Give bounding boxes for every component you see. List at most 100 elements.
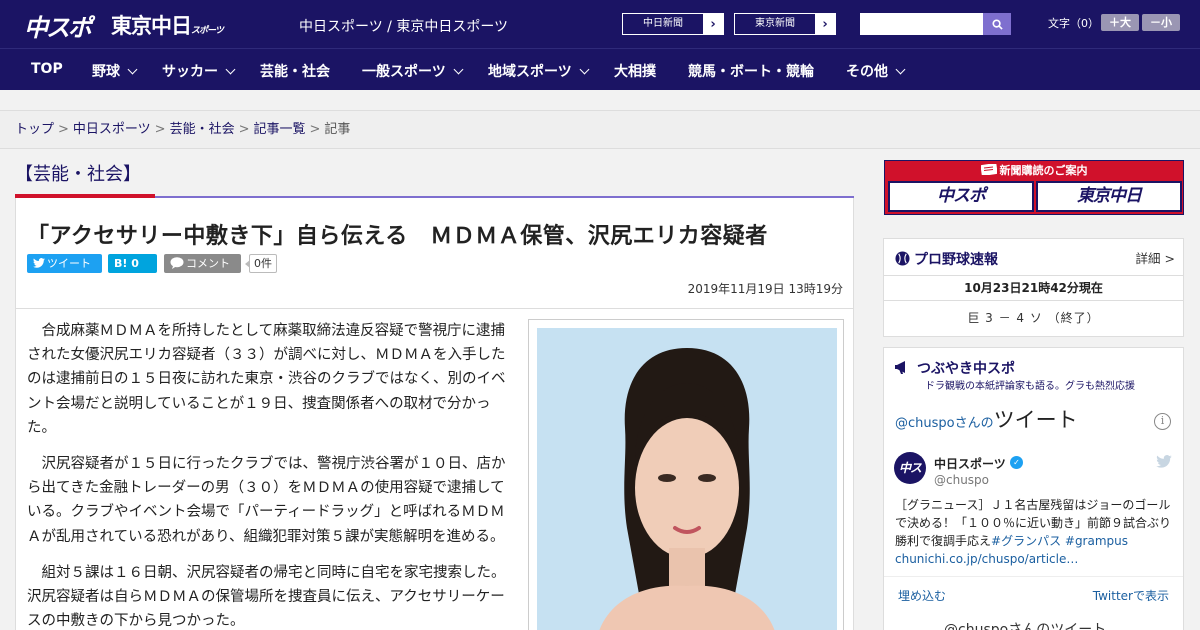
- comment-count: 0件: [245, 254, 277, 273]
- twitter-widget-title: つぶやき中スポ: [895, 358, 1015, 378]
- comment-label: コメント: [186, 257, 230, 270]
- megaphone-icon: [895, 361, 905, 374]
- chevron-right-icon: ›: [710, 16, 716, 32]
- hatena-bookmark-button[interactable]: B! 0: [108, 254, 157, 273]
- font-larger-button[interactable]: ＋大: [1101, 14, 1139, 31]
- tweet-text: ［グラニュース］Ｊ１名古屋残留はジョーのゴールで決める！「１００％に近い動き」前…: [895, 496, 1180, 568]
- nav-label: TOP: [31, 61, 63, 77]
- subscription-title: 新聞購読のご案内: [885, 161, 1183, 180]
- baseball-icon: [895, 251, 910, 266]
- speech-bubble-icon: [170, 257, 184, 269]
- nav-label: 地域スポーツ: [488, 64, 572, 80]
- tokyo-logo-text: 東京中日: [111, 14, 192, 38]
- verified-badge-icon: ✓: [1010, 456, 1023, 469]
- top-header: 中スポ 東京中日スポーツ 中日スポーツ / 東京中日スポーツ 中日新聞 › 東京…: [0, 0, 1200, 48]
- tokyo-logo-suffix: スポーツ: [191, 26, 224, 36]
- info-icon[interactable]: i: [1154, 413, 1171, 430]
- tokyo-shimbun-link[interactable]: 東京新聞 ›: [734, 13, 836, 35]
- nav-label: 一般スポーツ: [362, 64, 446, 80]
- nav-item-entertainment[interactable]: 芸能・社会: [260, 61, 330, 81]
- timeline-header-suffix: さんの: [954, 416, 994, 431]
- timeline-header: @chuspoさんのツイート: [895, 404, 1078, 434]
- baseball-scoreboard: プロ野球速報 詳細 > 10月23日21時42分現在 巨 3 － 4 ソ （終了…: [883, 238, 1184, 337]
- timeline-next-header: @chuspoさんのツイート: [944, 622, 1107, 630]
- twitter-widget-title-text: つぶやき中スポ: [917, 361, 1015, 377]
- twitter-widget-subtitle: ドラ観戦の本紙評論家も語る。グラも熱烈応援: [925, 381, 1135, 392]
- subscribe-tokyo-chunichi[interactable]: 東京中日: [1036, 181, 1182, 212]
- nav-item-other[interactable]: その他: [846, 61, 906, 81]
- chunichi-shimbun-link[interactable]: 中日新聞 ›: [622, 13, 724, 35]
- nav-item-general-sports[interactable]: 一般スポーツ: [362, 61, 464, 81]
- chevron-down-icon: [453, 64, 464, 75]
- baseball-detail-link[interactable]: 詳細 >: [1136, 248, 1175, 267]
- timeline-header-title: ツイート: [993, 408, 1078, 432]
- avatar[interactable]: 中スポ: [894, 452, 926, 507]
- font-smaller-button[interactable]: －小: [1142, 14, 1180, 31]
- nav-item-soccer[interactable]: サッカー: [162, 61, 236, 81]
- baseball-updated-time: 10月23日21時42分現在: [884, 275, 1183, 301]
- article-header: 「アクセサリー中敷き下」自ら伝える ＭＤＭＡ保管、沢尻エリカ容疑者 ツイート B…: [15, 198, 854, 309]
- font-size-label: 文字（0）: [1048, 17, 1099, 30]
- baseball-title: プロ野球速報: [895, 249, 998, 269]
- breadcrumb-article-list[interactable]: 記事一覧: [254, 122, 306, 137]
- chevron-right-icon: ›: [822, 16, 828, 32]
- article-photo-frame: [528, 319, 844, 630]
- tweet-button[interactable]: ツイート: [27, 254, 102, 273]
- breadcrumb-current: 記事: [324, 122, 351, 137]
- article-photo[interactable]: [537, 328, 837, 630]
- search-input[interactable]: [860, 13, 983, 35]
- article-paragraph: 合成麻薬ＭＤＭＡを所持したとして麻薬取締法違反容疑で警視庁に逮捕された女優沢尻エ…: [27, 323, 506, 436]
- tweet-link[interactable]: chunichi.co.jp/chuspo/article…: [895, 552, 1078, 566]
- site-title[interactable]: 中日スポーツ / 東京中日スポーツ: [299, 16, 508, 36]
- breadcrumb-separator: >: [154, 122, 166, 137]
- tweet-label: ツイート: [47, 257, 91, 270]
- breadcrumb-separator: >: [58, 122, 69, 137]
- nav-label: 芸能・社会: [260, 64, 330, 80]
- comment-button[interactable]: コメント: [164, 254, 241, 273]
- chevron-down-icon: [895, 64, 906, 75]
- article-body: 合成麻薬ＭＤＭＡを所持したとして麻薬取締法違反容疑で警視庁に逮捕された女優沢尻エ…: [15, 309, 854, 630]
- subscription-banner[interactable]: 新聞購読のご案内 中スポ 東京中日: [884, 160, 1184, 215]
- ext-link-label: 中日新聞: [623, 14, 703, 34]
- portrait-image: [537, 328, 837, 630]
- tweet-author-name[interactable]: 中日スポーツ: [934, 455, 1006, 472]
- view-on-twitter-link[interactable]: Twitterで表示: [1093, 587, 1169, 604]
- nav-label: サッカー: [162, 64, 218, 80]
- nav-item-local-sports[interactable]: 地域スポーツ: [488, 61, 590, 81]
- twitter-bird-icon[interactable]: [1156, 453, 1172, 472]
- chevron-down-icon: [225, 64, 236, 75]
- breadcrumb-chuspo[interactable]: 中日スポーツ: [73, 122, 151, 137]
- breadcrumb: トップ > 中日スポーツ > 芸能・社会 > 記事一覧 > 記事: [0, 110, 1200, 149]
- nav-item-racing[interactable]: 競馬・ボート・競輪: [688, 61, 814, 81]
- article-paragraph: 組対５課は１６日朝、沢尻容疑者の帰宅と同時に自宅を家宅捜索した。沢尻容疑者は自ら…: [27, 564, 506, 630]
- nav-label: その他: [846, 64, 888, 80]
- nav-item-sumo[interactable]: 大相撲: [614, 61, 656, 81]
- embed-link[interactable]: 埋め込む: [898, 587, 946, 604]
- breadcrumb-top[interactable]: トップ: [15, 122, 54, 137]
- breadcrumb-entertainment[interactable]: 芸能・社会: [170, 122, 235, 137]
- chevron-down-icon: [579, 64, 590, 75]
- twitter-widget: つぶやき中スポ ドラ観戦の本紙評論家も語る。グラも熱烈応援 @chuspoさんの…: [883, 347, 1184, 630]
- twitter-bird-icon: [33, 258, 45, 268]
- search-button[interactable]: [983, 13, 1011, 35]
- timeline-handle[interactable]: @chuspo: [895, 416, 955, 431]
- breadcrumb-separator: >: [238, 122, 250, 137]
- nav-label: 競馬・ボート・競輪: [688, 64, 814, 80]
- article-headline: 「アクセサリー中敷き下」自ら伝える ＭＤＭＡ保管、沢尻エリカ容疑者: [27, 224, 768, 249]
- nav-label: 野球: [92, 64, 120, 80]
- main-nav: TOP 野球 サッカー 芸能・社会 一般スポーツ 地域スポーツ 大相撲 競馬・ボ…: [0, 48, 1200, 90]
- newspaper-icon: [980, 163, 998, 176]
- search-icon: [991, 18, 1003, 30]
- article-text: 合成麻薬ＭＤＭＡを所持したとして麻薬取締法違反容疑で警視庁に逮捕された女優沢尻エ…: [27, 319, 507, 630]
- tokyo-chunichi-logo[interactable]: 東京中日スポーツ: [111, 10, 224, 40]
- subscribe-chuspo[interactable]: 中スポ: [888, 181, 1034, 212]
- tweet-author-handle[interactable]: @chuspo: [934, 473, 989, 487]
- tweet-hashtags[interactable]: #グランパス #grampus: [991, 534, 1128, 548]
- baseball-game-score[interactable]: 巨 3 － 4 ソ （終了）: [884, 309, 1183, 326]
- nav-item-top[interactable]: TOP: [31, 61, 63, 77]
- nav-item-baseball[interactable]: 野球: [92, 61, 138, 81]
- baseball-title-text: プロ野球速報: [914, 252, 998, 268]
- chuspo-logo[interactable]: 中スポ: [24, 8, 92, 43]
- subscription-title-text: 新聞購読のご案内: [999, 164, 1088, 177]
- article-timestamp: 2019年11月19日 13時19分: [687, 282, 843, 296]
